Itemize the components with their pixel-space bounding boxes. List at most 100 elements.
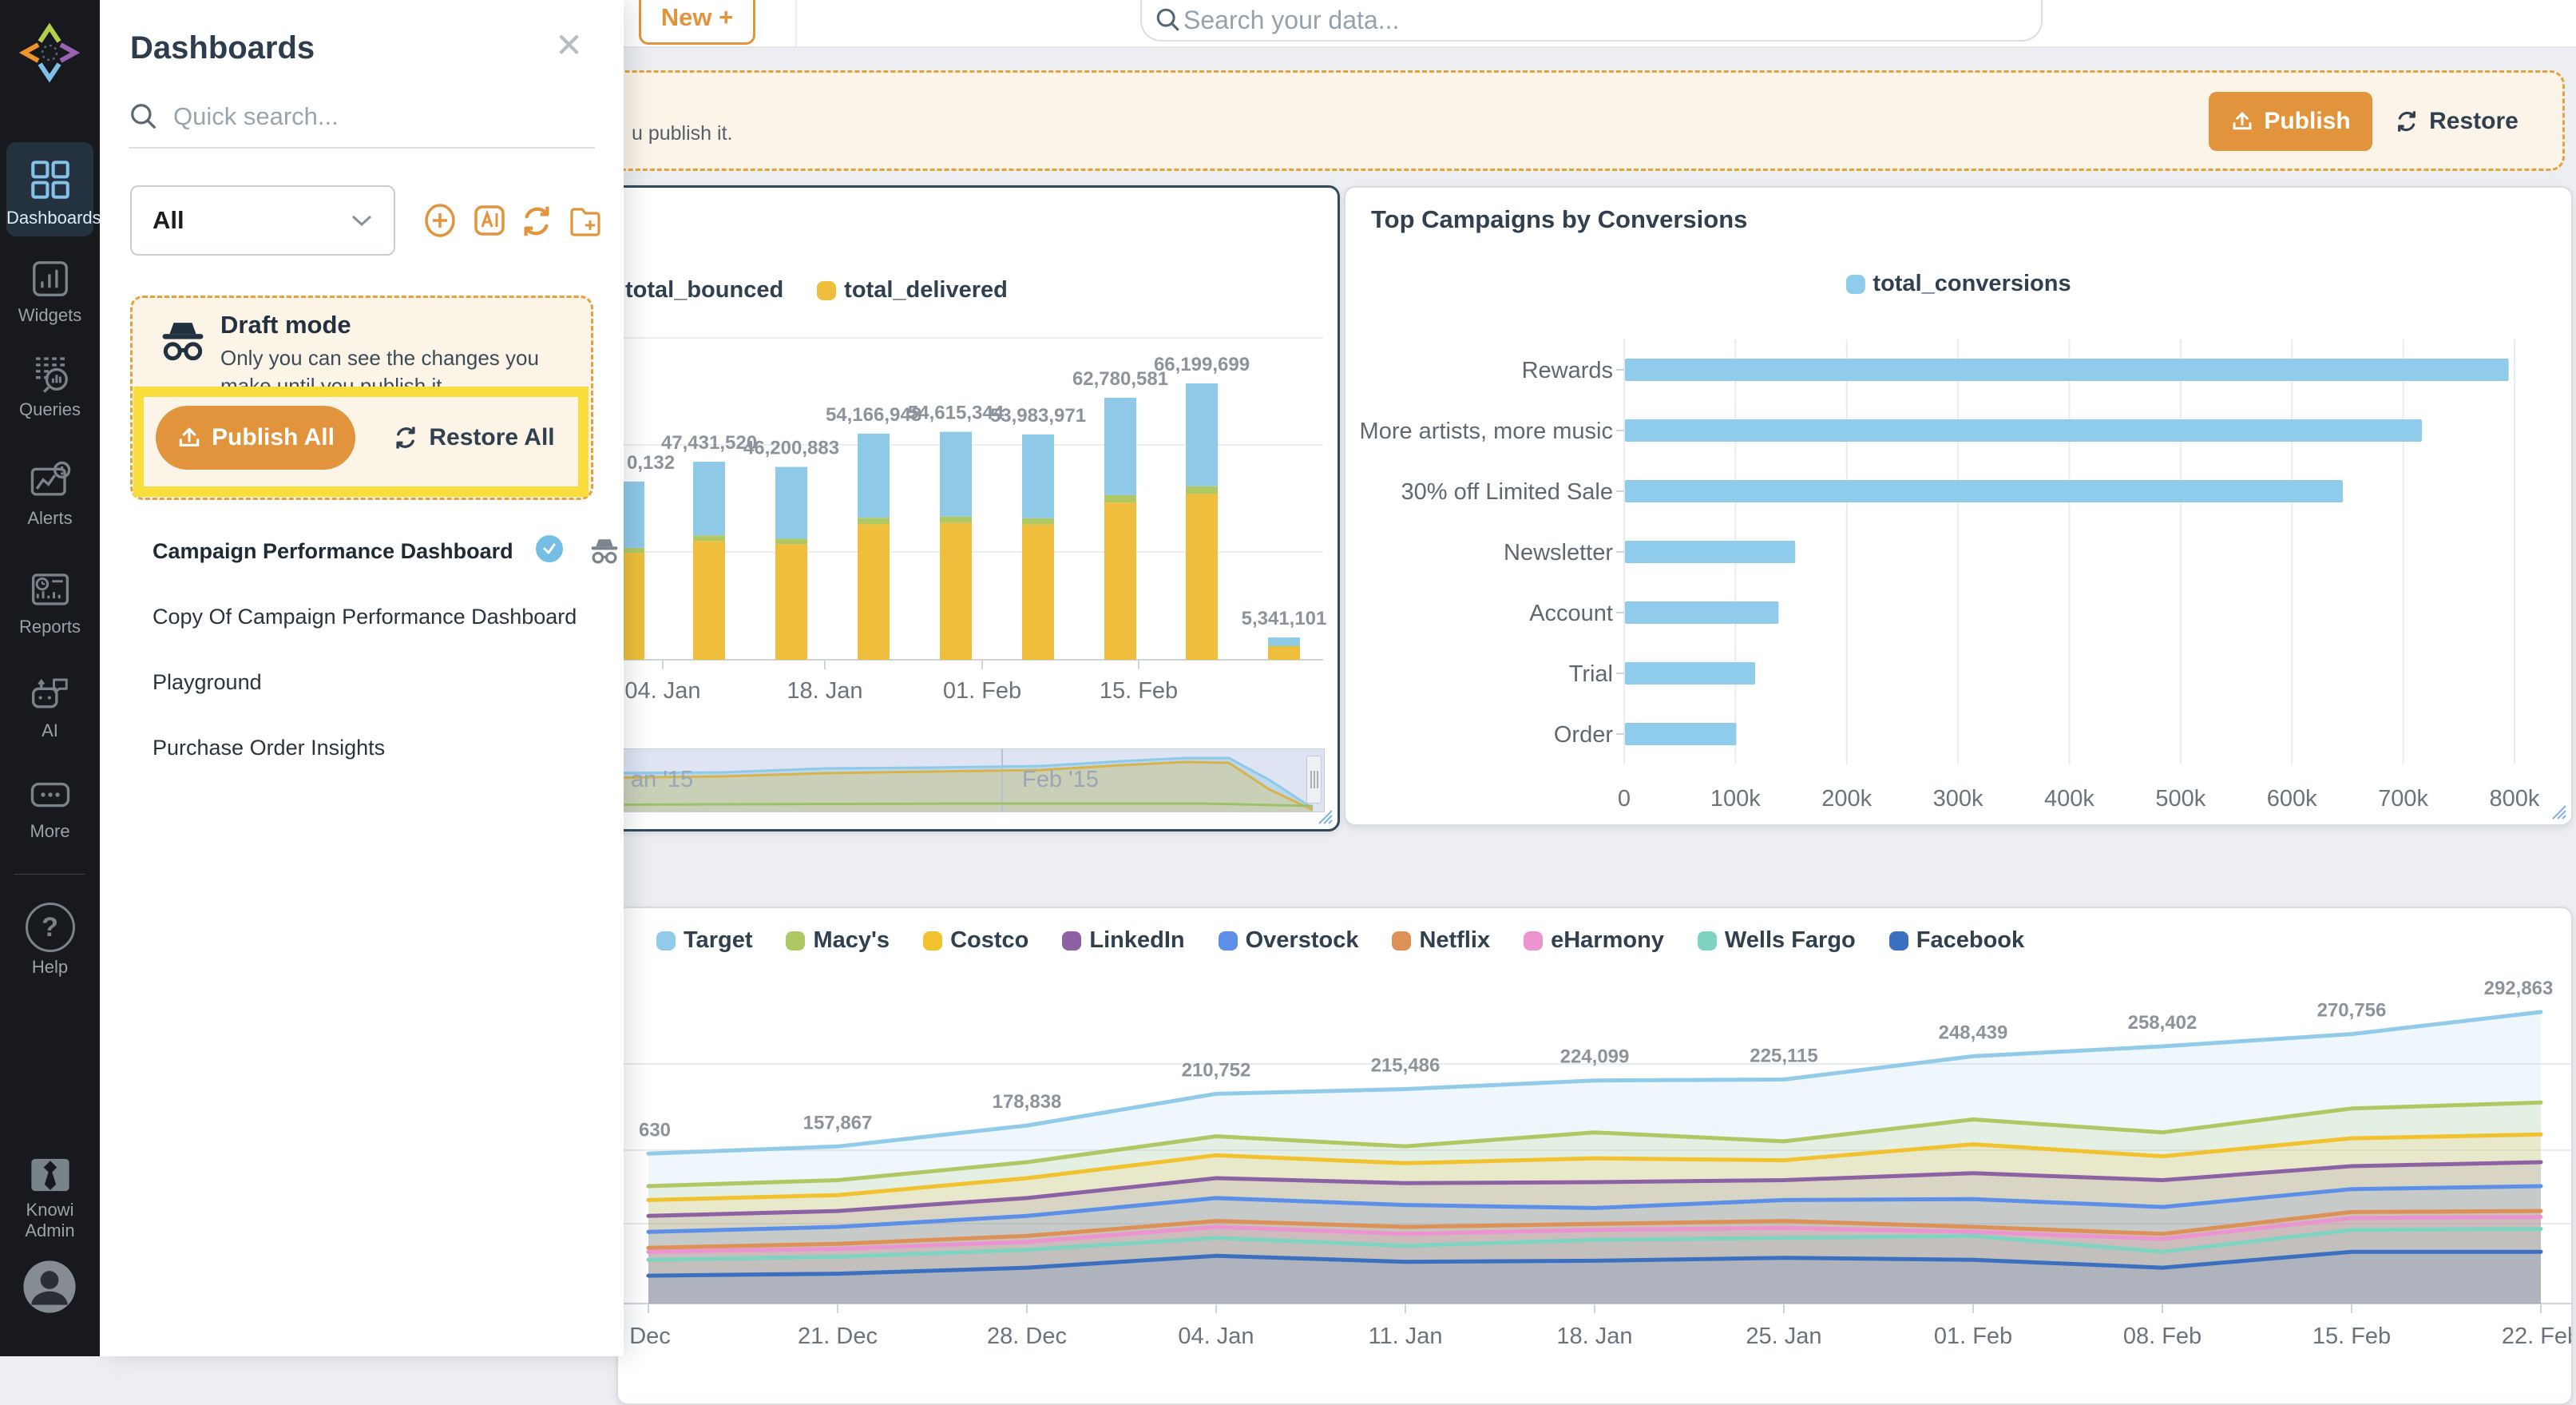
svg-text:215,486: 215,486 — [1371, 1054, 1441, 1076]
svg-text:5,341,101: 5,341,101 — [1242, 608, 1327, 629]
legend-label: Macy's — [813, 927, 890, 954]
chart3-legend: Target Macy's Costco LinkedIn Overstock Netfl… — [656, 927, 2058, 954]
svg-text:08. Feb: 08. Feb — [2123, 1324, 2201, 1349]
dashboard-name: Campaign Performance Dashboard — [153, 539, 513, 564]
legend-item-facebook[interactable]: Facebook — [1889, 927, 2024, 954]
legend-dot — [1698, 931, 1717, 951]
dashboards-panel: Dashboards ✕ All — [100, 0, 624, 1356]
close-icon[interactable]: ✕ — [555, 26, 583, 65]
sidebar-label: Reports — [6, 617, 93, 637]
draft-banner-text: u publish it. — [632, 122, 732, 145]
sidebar-item-knowi-admin[interactable]: Knowi Admin — [6, 1157, 93, 1241]
legend-item-eharmony[interactable]: eHarmony — [1524, 927, 1664, 954]
dashboard-item-campaign-performance[interactable]: Campaign Performance Dashboard — [153, 529, 600, 574]
sidebar-item-reports[interactable]: Reports — [6, 569, 93, 637]
chevron-down-icon — [351, 214, 373, 227]
sidebar-item-alerts[interactable]: Alerts — [6, 460, 93, 529]
draft-mode-title: Draft mode — [220, 311, 351, 339]
restore-icon — [392, 424, 419, 451]
svg-text:292,863: 292,863 — [2484, 978, 2554, 999]
quick-search[interactable] — [129, 96, 595, 137]
svg-text:0,132: 0,132 — [627, 452, 675, 474]
legend-item-costco[interactable]: Costco — [923, 927, 1028, 954]
legend-item-macy-s[interactable]: Macy's — [786, 927, 890, 954]
knowi-logo[interactable] — [19, 21, 80, 85]
widget-resize-handle[interactable] — [2550, 804, 2566, 820]
selected-check-icon — [536, 535, 563, 562]
add-dashboard-icon[interactable] — [421, 201, 459, 240]
navigator-label-right: Feb '15 — [1022, 767, 1099, 793]
legend-label: eHarmony — [1551, 927, 1664, 954]
sidebar-label: Dashboards — [6, 208, 93, 228]
new-button[interactable]: New + — [639, 0, 755, 45]
sidebar-item-widgets[interactable]: Widgets — [6, 257, 93, 326]
legend-dot — [1392, 931, 1411, 951]
avatar[interactable] — [22, 1260, 77, 1314]
sidebar-label: More — [6, 821, 93, 842]
restore-all-button[interactable]: Restore All — [378, 406, 569, 470]
dashboard-item-copy[interactable]: Copy Of Campaign Performance Dashboard — [153, 594, 600, 639]
dashboard-name: Copy Of Campaign Performance Dashboard — [153, 605, 577, 629]
dashboard-item-playground[interactable]: Playground — [153, 660, 600, 704]
svg-text:01. Feb: 01. Feb — [1934, 1324, 2012, 1349]
refresh-icon[interactable] — [518, 203, 555, 240]
widget-resize-handle[interactable] — [1317, 808, 1333, 824]
sidebar-item-queries[interactable]: Queries — [6, 351, 93, 420]
svg-text:46,200,883: 46,200,883 — [743, 438, 839, 459]
sidebar-label: Help — [6, 957, 93, 978]
sidebar-item-more[interactable]: More — [6, 773, 93, 842]
legend-label: Costco — [950, 927, 1028, 954]
add-folder-icon[interactable] — [568, 204, 603, 240]
legend-item-linkedin[interactable]: LinkedIn — [1062, 927, 1184, 954]
quick-search-input[interactable] — [172, 101, 558, 132]
more-icon — [29, 773, 72, 816]
sidebar-label: Knowi — [6, 1200, 93, 1220]
legend-label: Wells Fargo — [1725, 927, 1856, 954]
svg-text:Account: Account — [1529, 601, 1613, 626]
topbar-divider — [795, 0, 797, 46]
sidebar-item-ai[interactable]: AI — [6, 673, 93, 741]
svg-text:157,867: 157,867 — [803, 1112, 873, 1133]
legend-label: LinkedIn — [1089, 927, 1184, 954]
svg-text:300k: 300k — [1933, 786, 1984, 812]
alerts-icon — [29, 460, 72, 503]
svg-text:630: 630 — [639, 1119, 671, 1141]
legend-dot — [1062, 931, 1081, 951]
legend-item-netflix[interactable]: Netflix — [1392, 927, 1490, 954]
dashboard-filter-select[interactable]: All — [130, 185, 395, 256]
publish-label: Publish — [2264, 108, 2350, 135]
search-icon — [1155, 6, 1182, 34]
legend-dot — [923, 931, 942, 951]
search-underline — [129, 147, 595, 149]
svg-text:210,752: 210,752 — [1182, 1059, 1251, 1081]
svg-text:18. Jan: 18. Jan — [787, 678, 862, 704]
legend-item-target[interactable]: Target — [656, 927, 752, 954]
svg-text:Dec: Dec — [629, 1324, 671, 1349]
upload-icon — [2230, 109, 2254, 133]
legend-dot — [1219, 931, 1238, 951]
global-search[interactable] — [1140, 0, 2043, 42]
legend-item-overstock[interactable]: Overstock — [1219, 927, 1359, 954]
navigator-label-left: an '15 — [631, 767, 693, 793]
publish-button[interactable]: Publish — [2209, 92, 2372, 151]
sidebar-item-dashboards[interactable]: Dashboards — [6, 142, 93, 236]
panel-title: Dashboards — [130, 30, 315, 66]
publish-all-button[interactable]: Publish All — [156, 406, 355, 470]
svg-text:Trial: Trial — [1569, 661, 1613, 687]
svg-text:28. Dec: 28. Dec — [987, 1324, 1067, 1349]
dashboard-item-purchase-order[interactable]: Purchase Order Insights — [153, 725, 600, 770]
navigator-scroll-handle[interactable] — [1306, 756, 1322, 804]
svg-text:30% off Limited Sale: 30% off Limited Sale — [1401, 479, 1613, 505]
legend-label: Netflix — [1419, 927, 1490, 954]
svg-text:600k: 600k — [2267, 786, 2317, 812]
sidebar-item-help[interactable]: ? Help — [6, 903, 93, 978]
global-search-input[interactable] — [1182, 5, 1904, 36]
widget-top-campaigns: Top Campaigns by Conversions total_conve… — [1344, 186, 2573, 826]
svg-text:Newsletter: Newsletter — [1504, 540, 1613, 566]
ai-rename-icon[interactable] — [472, 203, 507, 238]
legend-item-wells-fargo[interactable]: Wells Fargo — [1698, 927, 1856, 954]
svg-text:04. Jan: 04. Jan — [624, 678, 700, 704]
legend-dot — [1889, 931, 1908, 951]
svg-text:270,756: 270,756 — [2317, 1000, 2387, 1022]
restore-button[interactable]: Restore — [2384, 92, 2528, 151]
